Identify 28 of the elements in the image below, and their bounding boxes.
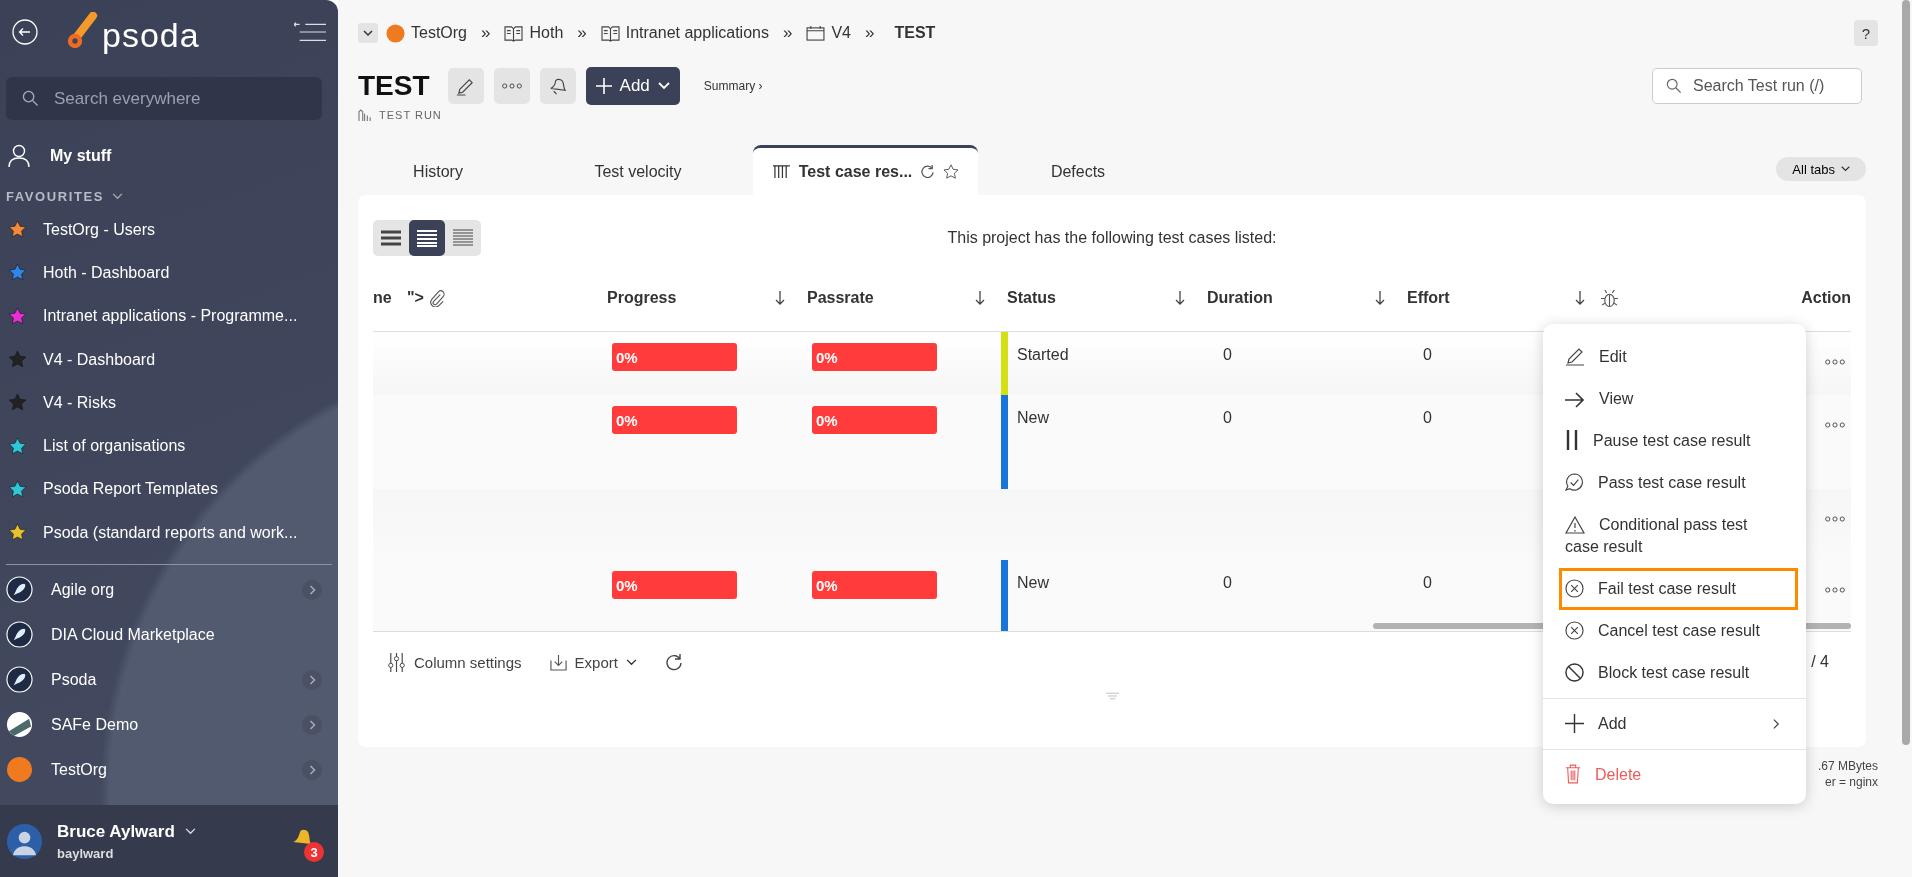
percentage-badge: 0% (612, 571, 737, 599)
table-caption: This project has the following test cases listed: (947, 229, 1277, 247)
pagination-text: / 4 (1811, 653, 1829, 671)
server-info-text: er = nginx (1824, 775, 1878, 789)
table-cell: 0 (1223, 409, 1232, 427)
table-cell: Started (1017, 346, 1069, 364)
table-cell: 0 (1423, 409, 1432, 427)
breadcrumb-separator: » (782, 23, 793, 43)
server-info-text: .67 MBytes (1817, 759, 1878, 773)
breadcrumb-separator: » (865, 23, 875, 43)
table-cell: 0 (1423, 346, 1432, 364)
table-cell: 0 (1423, 574, 1432, 592)
breadcrumb-separator: » (481, 23, 491, 43)
notification-badge: 3 (304, 842, 324, 862)
breadcrumb-separator: » (577, 23, 587, 43)
table-cell: New (1017, 574, 1049, 592)
username: baylward (57, 845, 115, 861)
percentage-badge: 0% (612, 406, 737, 434)
percentage-badge: 0% (812, 343, 937, 371)
table-cell: 0 (1223, 346, 1232, 364)
table-cell: 0 (1223, 574, 1232, 592)
page-subtitle: TEST RUN (379, 109, 442, 121)
percentage-badge: 0% (812, 406, 937, 434)
table-cell: New (1017, 409, 1049, 427)
percentage-badge: 0% (812, 571, 937, 599)
page-title: TEST (358, 70, 430, 102)
percentage-badge: 0% (612, 343, 737, 371)
logo-text: psoda (102, 18, 200, 52)
